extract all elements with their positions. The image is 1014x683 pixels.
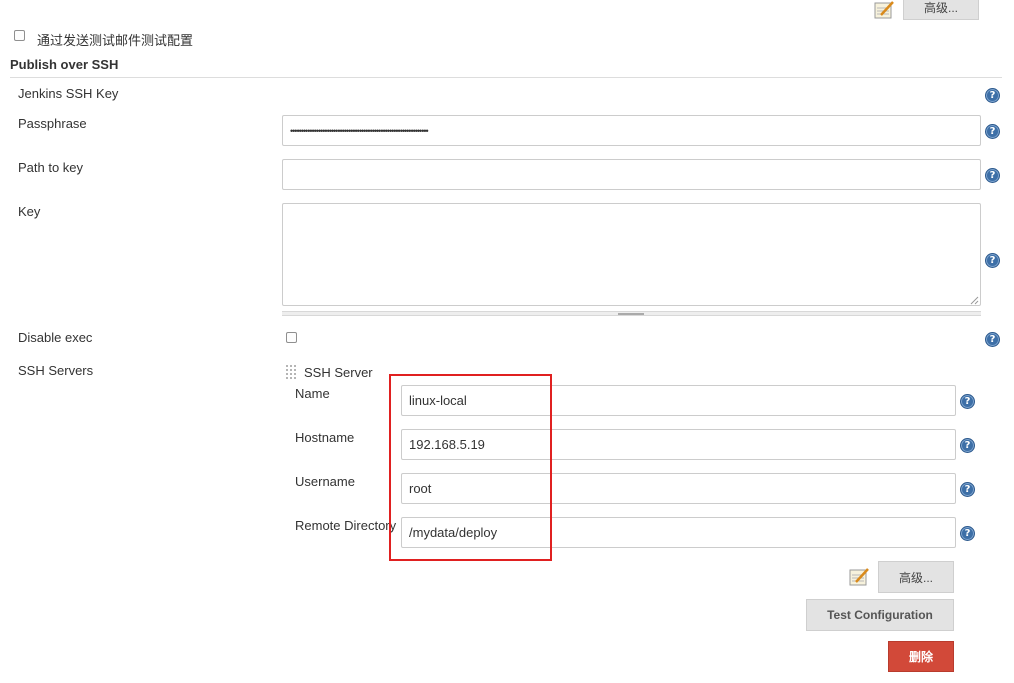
remote-directory-label: Remote Directory bbox=[295, 518, 397, 533]
notepad-icon bbox=[849, 568, 869, 586]
notepad-icon bbox=[874, 1, 894, 19]
passphrase-help-icon[interactable]: ? bbox=[985, 124, 1000, 139]
username-help-icon[interactable]: ? bbox=[960, 482, 975, 497]
username-field[interactable] bbox=[401, 473, 956, 504]
disable-exec-checkbox[interactable] bbox=[286, 332, 297, 343]
top-advanced-button[interactable]: 高级... bbox=[903, 0, 979, 20]
server-advanced-button[interactable]: 高级... bbox=[878, 561, 954, 593]
server-name-help-icon[interactable]: ? bbox=[960, 394, 975, 409]
jenkins-ssh-key-label: Jenkins SSH Key bbox=[18, 86, 119, 101]
username-label: Username bbox=[295, 474, 355, 489]
path-to-key-help-icon[interactable]: ? bbox=[985, 168, 1000, 183]
remote-directory-help-icon[interactable]: ? bbox=[960, 526, 975, 541]
drag-handle-icon[interactable] bbox=[285, 364, 297, 381]
key-textarea[interactable] bbox=[282, 203, 981, 306]
hostname-label: Hostname bbox=[295, 430, 355, 445]
path-to-key-label: Path to key bbox=[18, 160, 84, 175]
disable-exec-label: Disable exec bbox=[18, 330, 93, 345]
section-divider bbox=[10, 77, 1002, 78]
test-mail-checkbox[interactable] bbox=[14, 30, 25, 41]
remote-directory-field[interactable] bbox=[401, 517, 956, 548]
server-name-label: Name bbox=[295, 386, 330, 401]
key-label: Key bbox=[18, 204, 41, 219]
passphrase-label: Passphrase bbox=[18, 116, 87, 131]
test-configuration-button[interactable]: Test Configuration bbox=[806, 599, 954, 631]
resize-grip-icon[interactable] bbox=[970, 296, 979, 305]
ssh-server-header: SSH Server bbox=[304, 365, 373, 380]
test-mail-checkbox-label: 通过发送测试邮件测试配置 bbox=[37, 33, 194, 48]
path-to-key-field[interactable] bbox=[282, 159, 981, 190]
section-title: Publish over SSH bbox=[10, 57, 119, 72]
server-name-field[interactable] bbox=[401, 385, 956, 416]
delete-button[interactable]: 删除 bbox=[888, 641, 954, 672]
resize-bar-handle-icon bbox=[618, 313, 644, 315]
key-resize-bar[interactable] bbox=[282, 311, 981, 316]
jenkins-ssh-key-help-icon[interactable]: ? bbox=[985, 88, 1000, 103]
hostname-help-icon[interactable]: ? bbox=[960, 438, 975, 453]
hostname-field[interactable] bbox=[401, 429, 956, 460]
passphrase-field[interactable] bbox=[282, 115, 981, 146]
ssh-servers-label: SSH Servers bbox=[18, 363, 94, 378]
disable-exec-help-icon[interactable]: ? bbox=[985, 332, 1000, 347]
key-help-icon[interactable]: ? bbox=[985, 253, 1000, 268]
